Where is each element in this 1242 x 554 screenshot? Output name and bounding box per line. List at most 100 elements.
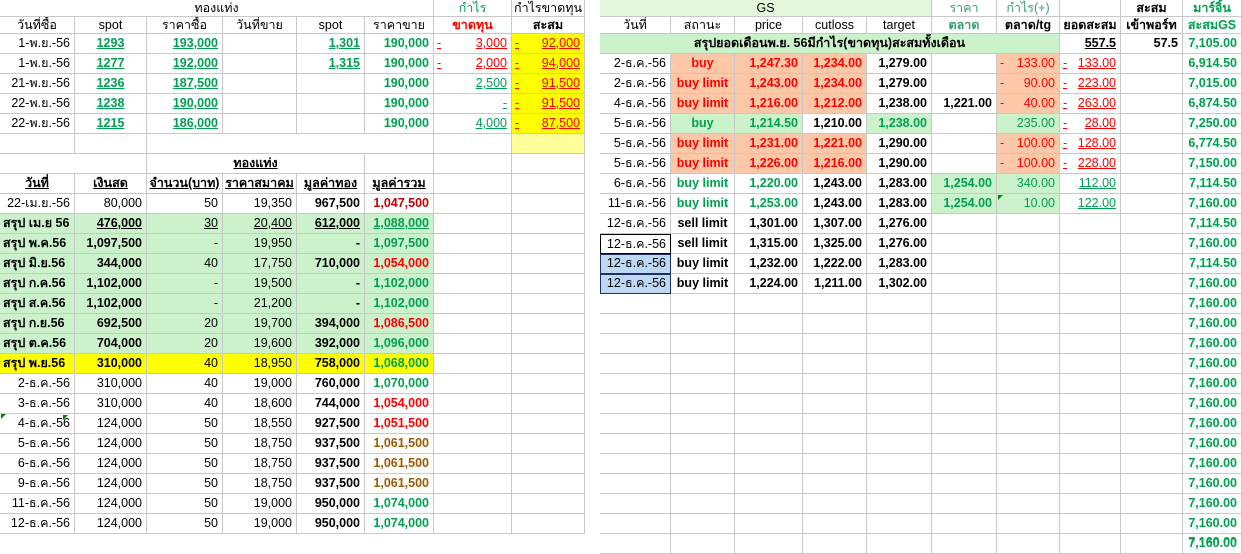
summary-gold-value[interactable]: 394,000 bbox=[297, 314, 365, 334]
empty-cell[interactable] bbox=[803, 334, 867, 354]
margin-value[interactable]: 7,160.00 bbox=[1183, 314, 1242, 334]
empty-cell[interactable] bbox=[997, 454, 1060, 474]
empty-cell[interactable] bbox=[1121, 394, 1183, 414]
profit[interactable]: 3,000 - bbox=[434, 34, 512, 54]
trade-cutloss[interactable]: 1,216.00 bbox=[803, 154, 867, 174]
trade-date[interactable]: 12-ธ.ค.-56 bbox=[600, 254, 671, 274]
empty-cell[interactable] bbox=[671, 414, 735, 434]
empty-cell[interactable] bbox=[434, 274, 512, 294]
summary-total-value[interactable]: 1,061,500 bbox=[365, 454, 434, 474]
empty-cell[interactable] bbox=[434, 414, 512, 434]
summary-cash[interactable]: 310,000 bbox=[75, 354, 147, 374]
summary-assoc-price[interactable]: 19,700 bbox=[223, 314, 297, 334]
trade-status[interactable]: buy limit bbox=[671, 254, 735, 274]
empty-cell[interactable] bbox=[1121, 54, 1183, 74]
sell-price[interactable]: 190,000 bbox=[365, 114, 434, 134]
empty-cell[interactable] bbox=[932, 494, 997, 514]
summary-qty[interactable]: 50 bbox=[147, 514, 223, 534]
profit-cumulative[interactable]: 92,000 - bbox=[512, 34, 585, 54]
trade-cutloss[interactable]: 1,325.00 bbox=[803, 234, 867, 254]
summary-qty[interactable]: 50 bbox=[147, 194, 223, 214]
buy-date[interactable]: 22-พ.ย.-56 bbox=[0, 114, 75, 134]
empty-cell[interactable] bbox=[434, 474, 512, 494]
empty-cell[interactable] bbox=[434, 374, 512, 394]
empty-cell[interactable] bbox=[932, 374, 997, 394]
header-col-sell-date[interactable]: วันที่ขาย bbox=[223, 17, 297, 34]
header-cumulative-group[interactable]: สะสม bbox=[1121, 0, 1183, 17]
trade-market[interactable] bbox=[932, 114, 997, 134]
summary-qty[interactable]: 50 bbox=[147, 474, 223, 494]
empty-cell[interactable] bbox=[735, 514, 803, 534]
margin-value-partial[interactable]: 7,160.00 bbox=[1183, 534, 1242, 543]
empty-cell[interactable] bbox=[803, 354, 867, 374]
trade-status[interactable]: buy limit bbox=[671, 94, 735, 114]
summary-total-value[interactable]: 1,051,500 bbox=[365, 414, 434, 434]
summary-gold-value[interactable]: 967,500 bbox=[297, 194, 365, 214]
header-gold-group[interactable]: ทองแท่ง bbox=[0, 0, 434, 17]
empty-cell[interactable] bbox=[1060, 394, 1121, 414]
trade-cumulative[interactable]: 112.00 bbox=[1060, 174, 1121, 194]
empty-cell[interactable] bbox=[434, 254, 512, 274]
empty-cell[interactable] bbox=[1060, 534, 1121, 543]
summary-gold-value[interactable]: 927,500 bbox=[297, 414, 365, 434]
margin-value[interactable]: 7,160.00 bbox=[1183, 514, 1242, 534]
summary-assoc-price[interactable]: 18,550 bbox=[223, 414, 297, 434]
empty-cell[interactable] bbox=[803, 314, 867, 334]
empty-cell[interactable] bbox=[671, 454, 735, 474]
buy-price[interactable]: 190,000 bbox=[147, 94, 223, 114]
trade-target[interactable]: 1,290.00 bbox=[867, 154, 932, 174]
empty-cell[interactable] bbox=[1060, 294, 1121, 314]
trade-date[interactable]: 6-ธ.ค.-56 bbox=[600, 174, 671, 194]
empty-cell[interactable] bbox=[671, 474, 735, 494]
summary-cash[interactable]: 1,097,500 bbox=[75, 234, 147, 254]
trade-target[interactable]: 1,290.00 bbox=[867, 134, 932, 154]
summary-header-col-gold-value[interactable]: มูลค่าทอง bbox=[297, 174, 365, 194]
trade-margin[interactable]: 6,874.50 bbox=[1183, 94, 1242, 114]
summary-assoc-price[interactable]: 18,750 bbox=[223, 434, 297, 454]
profit[interactable]: 2,000 - bbox=[434, 54, 512, 74]
summary-total-value[interactable]: 1,096,000 bbox=[365, 334, 434, 354]
summary-assoc-price[interactable]: 20,400 bbox=[223, 214, 297, 234]
trade-profit[interactable]: 133.00- bbox=[997, 54, 1060, 74]
trade-status[interactable]: buy limit bbox=[671, 154, 735, 174]
trade-target[interactable]: 1,283.00 bbox=[867, 174, 932, 194]
empty-cell[interactable] bbox=[671, 314, 735, 334]
empty-cell[interactable] bbox=[512, 194, 585, 214]
trade-target[interactable]: 1,238.00 bbox=[867, 94, 932, 114]
summary-date[interactable]: สรุป มิ.ย.56 bbox=[0, 254, 75, 274]
empty-cell[interactable] bbox=[434, 434, 512, 454]
profit[interactable]: 2,500 bbox=[434, 74, 512, 94]
empty-cell[interactable] bbox=[735, 454, 803, 474]
trade-profit[interactable] bbox=[997, 234, 1060, 254]
summary-header-col-qty[interactable]: จำนวน(บาท) bbox=[147, 174, 223, 194]
trade-profit[interactable]: 40.00 - bbox=[997, 94, 1060, 114]
trade-margin[interactable]: 6,914.50 bbox=[1183, 54, 1242, 74]
empty-cell[interactable] bbox=[1121, 94, 1183, 114]
summary-qty[interactable]: 40 bbox=[147, 394, 223, 414]
summary-gold-value[interactable]: 760,000 bbox=[297, 374, 365, 394]
trade-cutloss[interactable]: 1,307.00 bbox=[803, 214, 867, 234]
empty-cell[interactable] bbox=[735, 334, 803, 354]
empty-cell[interactable] bbox=[867, 394, 932, 414]
margin-value[interactable]: 7,160.00 bbox=[1183, 494, 1242, 514]
buy-date[interactable]: 22-พ.ย.-56 bbox=[0, 94, 75, 114]
empty-cell[interactable] bbox=[512, 294, 585, 314]
empty-cell[interactable] bbox=[1121, 154, 1183, 174]
summary-cash[interactable]: 124,000 bbox=[75, 434, 147, 454]
sell-date[interactable] bbox=[223, 94, 297, 114]
empty-cell[interactable] bbox=[867, 414, 932, 434]
summary-qty[interactable]: 40 bbox=[147, 374, 223, 394]
empty-cell[interactable] bbox=[671, 434, 735, 454]
empty-cell[interactable] bbox=[803, 434, 867, 454]
trade-cumulative[interactable] bbox=[1060, 214, 1121, 234]
empty-cell[interactable] bbox=[512, 334, 585, 354]
trade-market[interactable] bbox=[932, 234, 997, 254]
summary-date[interactable]: 22-เม.ย.-56 bbox=[0, 194, 75, 214]
summary-date[interactable]: 12-ธ.ค.-56 bbox=[0, 514, 75, 534]
summary-qty[interactable]: - bbox=[147, 274, 223, 294]
buy-spot[interactable]: 1236 bbox=[75, 74, 147, 94]
profit-cumulative[interactable]: 94,000 - bbox=[512, 54, 585, 74]
trade-cumulative[interactable]: 228.00- bbox=[1060, 154, 1121, 174]
header-col-spot-buy[interactable]: spot bbox=[75, 17, 147, 34]
sell-spot[interactable]: 1,301 bbox=[297, 34, 365, 54]
